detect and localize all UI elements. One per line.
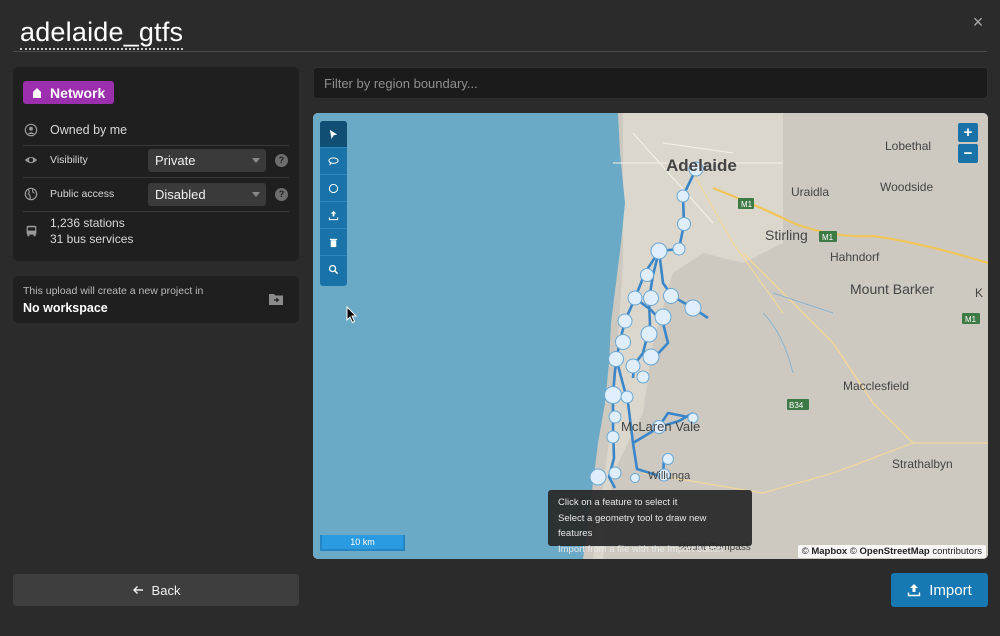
mapbox-link[interactable]: Mapbox (811, 546, 847, 557)
circle-icon (328, 183, 339, 193)
search-tool-button[interactable] (320, 256, 347, 283)
network-info-panel: Network Owned by me Visibility Private ?… (13, 67, 299, 261)
visibility-value: Private (155, 152, 196, 168)
map-view[interactable]: Adelaide Lobethal Uraidla Woodside Stirl… (313, 113, 988, 559)
delete-tool-button[interactable] (320, 229, 347, 256)
road-shield-m1: M1 (741, 200, 753, 209)
visibility-row: Visibility Private ? (23, 147, 289, 173)
lasso-tool-button[interactable] (320, 148, 347, 175)
workspace-panel: This upload will create a new project in… (13, 276, 299, 323)
public-access-value: Disabled (155, 186, 206, 202)
services-count: 31 bus services (50, 232, 134, 246)
road-shield-b34: B34 (789, 401, 804, 410)
workspace-name: No workspace (23, 301, 108, 315)
map-label-macclesfield: Macclesfield (843, 379, 909, 393)
public-access-label: Public access (50, 188, 115, 200)
map-help-tooltip: Click on a feature to select it Select a… (548, 490, 752, 555)
attribution-contributors: contributors (932, 546, 982, 557)
road-shield-m1: M1 (965, 315, 977, 324)
eye-icon (23, 152, 39, 168)
help-icon[interactable]: ? (275, 153, 288, 167)
map-label-hahndorf: Hahndorf (830, 250, 880, 264)
map-label-adelaide: Adelaide (666, 156, 737, 175)
map-label-mount-barker: Mount Barker (850, 281, 934, 297)
back-button-label: Back (151, 582, 181, 598)
mouse-cursor-icon (346, 305, 358, 324)
zoom-out-button[interactable]: − (958, 144, 978, 163)
tooltip-line: Select a geometry tool to draw new featu… (558, 512, 707, 540)
upload-icon (908, 584, 921, 597)
map-label-strathalbyn: Strathalbyn (892, 457, 953, 471)
pointer-icon (329, 129, 338, 139)
upload-icon (328, 210, 339, 220)
stats-row: 1,236 stations 31 bus services (23, 215, 289, 249)
divider (23, 211, 289, 212)
page-title[interactable]: adelaide_gtfs (20, 16, 184, 50)
visibility-label: Visibility (50, 154, 88, 166)
visibility-select[interactable]: Private (148, 148, 266, 172)
region-filter-input[interactable] (313, 67, 988, 99)
attribution-copyright: © (849, 546, 857, 557)
import-button-label: Import (929, 581, 972, 599)
back-button[interactable]: Back (13, 574, 299, 606)
map-label-lobethal: Lobethal (885, 139, 931, 153)
upload-notice: This upload will create a new project in (23, 285, 204, 297)
divider (13, 51, 987, 52)
divider (23, 177, 289, 178)
scale-bar: 10 km (320, 535, 405, 551)
map-label-woodside: Woodside (880, 180, 933, 194)
public-access-select[interactable]: Disabled (148, 182, 266, 206)
select-tool-button[interactable] (320, 121, 347, 148)
map-attribution: © Mapbox © OpenStreetMap contributors (797, 545, 986, 558)
circle-tool-button[interactable] (320, 175, 347, 202)
upload-tool-button[interactable] (320, 202, 347, 229)
map-label-willunga: Willunga (648, 470, 691, 482)
zoom-controls: + − (958, 123, 978, 165)
network-badge: Network (23, 81, 115, 104)
zoom-in-button[interactable]: + (958, 123, 978, 142)
search-icon (328, 264, 339, 275)
globe-icon (23, 186, 39, 202)
stations-count: 1,236 stations (50, 216, 125, 230)
map-label-stirling: Stirling (765, 227, 808, 243)
map-label-k: K (975, 286, 983, 300)
network-icon (33, 87, 41, 98)
draw-toolbar (320, 121, 347, 286)
bus-icon (23, 223, 39, 239)
user-circle-icon (23, 122, 39, 138)
help-icon[interactable]: ? (275, 187, 288, 201)
chevron-down-icon (252, 157, 260, 163)
divider (23, 145, 289, 146)
lasso-icon (328, 156, 339, 165)
public-access-row: Public access Disabled ? (23, 181, 289, 207)
tooltip-line: Import from a file with the Import butto… (558, 543, 724, 555)
road-shield-m1: M1 (822, 233, 834, 242)
folder-move-icon[interactable] (269, 293, 283, 305)
close-icon[interactable]: × (970, 13, 986, 31)
map-label-mclaren-vale: McLaren Vale (621, 419, 700, 434)
trash-icon (329, 238, 338, 247)
owner-label: Owned by me (50, 123, 128, 137)
tooltip-line: Click on a feature to select it (558, 497, 678, 508)
import-button[interactable]: Import (891, 573, 988, 607)
network-badge-label: Network (50, 84, 106, 101)
chevron-down-icon (252, 191, 260, 197)
arrow-left-icon (132, 586, 143, 594)
attribution-copyright: © (801, 546, 809, 557)
owner-row: Owned by me (23, 121, 289, 139)
map-label-uraidla: Uraidla (791, 185, 829, 199)
openstreetmap-link[interactable]: OpenStreetMap (860, 546, 930, 557)
